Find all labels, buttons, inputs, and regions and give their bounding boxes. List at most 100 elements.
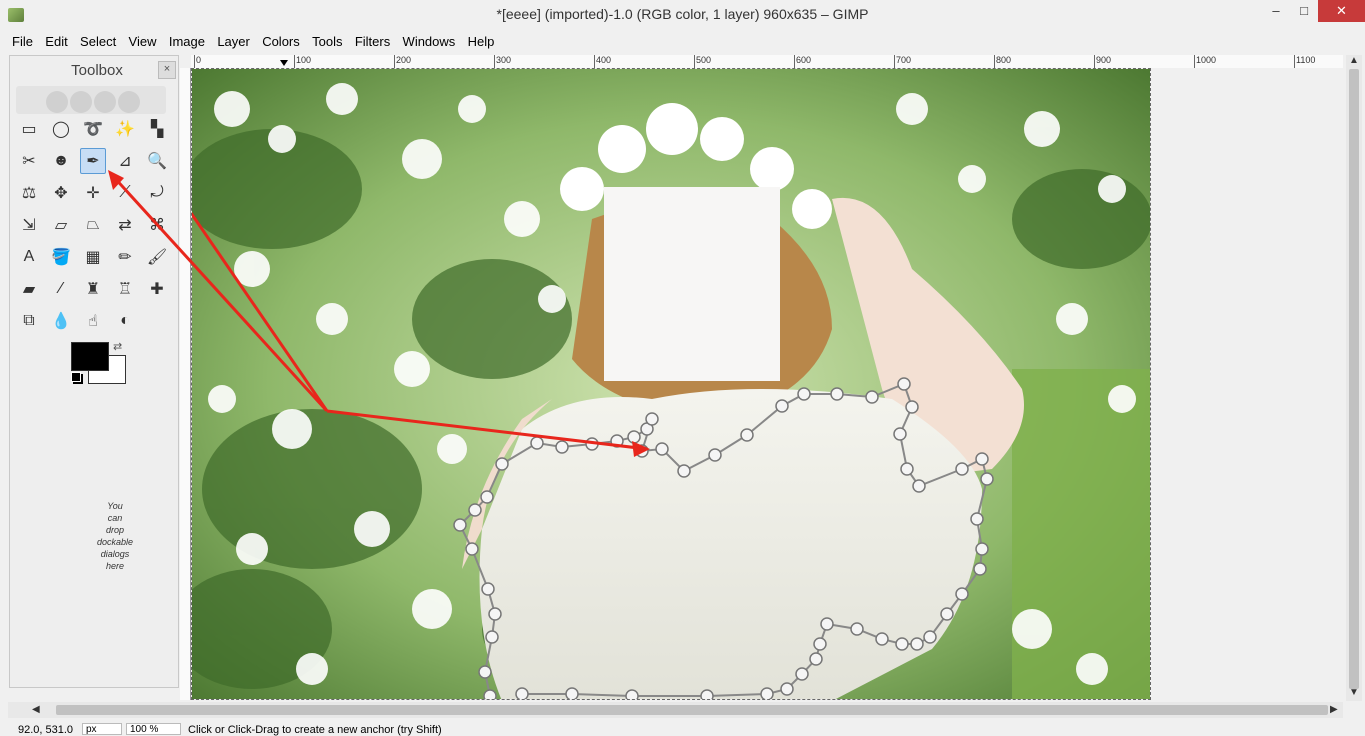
menu-filters[interactable]: Filters bbox=[351, 31, 394, 52]
airbrush-icon[interactable]: ⁄ bbox=[48, 276, 74, 302]
measure-icon[interactable]: ⚖ bbox=[16, 180, 42, 206]
path-anchor-handle[interactable] bbox=[555, 440, 569, 454]
path-anchor-handle[interactable] bbox=[809, 652, 823, 666]
menu-image[interactable]: Image bbox=[165, 31, 209, 52]
menu-help[interactable]: Help bbox=[464, 31, 499, 52]
flip-icon[interactable]: ⇄ bbox=[112, 212, 138, 238]
path-anchor-handle[interactable] bbox=[955, 462, 969, 476]
path-anchor-handle[interactable] bbox=[955, 587, 969, 601]
path-anchor-handle[interactable] bbox=[970, 512, 984, 526]
path-anchor-handle[interactable] bbox=[897, 377, 911, 391]
path-anchor-handle[interactable] bbox=[797, 387, 811, 401]
path-anchor-handle[interactable] bbox=[760, 687, 774, 700]
path-anchor-handle[interactable] bbox=[677, 464, 691, 478]
path-anchor-handle[interactable] bbox=[468, 503, 482, 517]
canvas-area[interactable] bbox=[191, 68, 1343, 700]
path-anchor-handle[interactable] bbox=[980, 472, 994, 486]
blend-icon[interactable]: ▦ bbox=[80, 244, 106, 270]
path-anchor-handle[interactable] bbox=[923, 630, 937, 644]
path-anchor-handle[interactable] bbox=[480, 490, 494, 504]
bucket-fill-icon[interactable]: 🪣 bbox=[48, 244, 74, 270]
path-anchor-handle[interactable] bbox=[645, 412, 659, 426]
smudge-icon[interactable]: ☝ bbox=[80, 308, 106, 334]
path-anchor-handle[interactable] bbox=[850, 622, 864, 636]
default-colors-icon[interactable] bbox=[71, 372, 81, 382]
path-anchor-handle[interactable] bbox=[975, 542, 989, 556]
zoom-select[interactable]: 100 % bbox=[126, 723, 181, 735]
scroll-up-arrow[interactable]: ▲ bbox=[1349, 55, 1359, 66]
path-anchor-handle[interactable] bbox=[813, 637, 827, 651]
text-tool-icon[interactable]: A bbox=[16, 244, 42, 270]
path-anchor-handle[interactable] bbox=[483, 689, 497, 700]
perspective-icon[interactable]: ⏢ bbox=[80, 212, 106, 238]
move-icon[interactable]: ✥ bbox=[48, 180, 74, 206]
scroll-down-arrow[interactable]: ▼ bbox=[1349, 687, 1359, 698]
path-anchor-handle[interactable] bbox=[912, 479, 926, 493]
path-anchor-handle[interactable] bbox=[780, 682, 794, 696]
paths-tool-icon[interactable]: ✒ bbox=[80, 148, 106, 174]
path-anchor-handle[interactable] bbox=[975, 452, 989, 466]
path-anchor-handle[interactable] bbox=[465, 542, 479, 556]
path-anchor-handle[interactable] bbox=[973, 562, 987, 576]
toolbox-close-button[interactable]: × bbox=[158, 61, 176, 79]
path-anchor-handle[interactable] bbox=[708, 448, 722, 462]
path-anchor-handle[interactable] bbox=[515, 687, 529, 700]
shear-icon[interactable]: ▱ bbox=[48, 212, 74, 238]
path-anchor-handle[interactable] bbox=[905, 400, 919, 414]
crop-icon[interactable]: ⟋ bbox=[112, 180, 138, 206]
foreground-color-swatch[interactable] bbox=[71, 342, 109, 371]
path-anchor-handle[interactable] bbox=[655, 442, 669, 456]
eraser-icon[interactable]: ▰ bbox=[16, 276, 42, 302]
menu-view[interactable]: View bbox=[125, 31, 161, 52]
foreground-select-icon[interactable]: ☻ bbox=[48, 148, 74, 174]
align-icon[interactable]: ✛ bbox=[80, 180, 106, 206]
scroll-left-arrow[interactable]: ◀ bbox=[32, 704, 40, 715]
blur-sharpen-icon[interactable]: 💧 bbox=[48, 308, 74, 334]
pencil-icon[interactable]: ✏ bbox=[112, 244, 138, 270]
horizontal-scrollbar[interactable]: ◀ ▶ bbox=[8, 702, 1343, 718]
close-button[interactable]: ✕ bbox=[1318, 0, 1365, 22]
scroll-right-arrow[interactable]: ▶ bbox=[1330, 704, 1338, 715]
path-anchor-handle[interactable] bbox=[495, 457, 509, 471]
path-anchor-handle[interactable] bbox=[453, 518, 467, 532]
menu-tools[interactable]: Tools bbox=[308, 31, 346, 52]
path-anchor-handle[interactable] bbox=[481, 582, 495, 596]
clone-icon[interactable]: ♖ bbox=[112, 276, 138, 302]
menu-windows[interactable]: Windows bbox=[399, 31, 460, 52]
dodge-burn-icon[interactable]: ◐ bbox=[112, 308, 138, 334]
path-anchor-handle[interactable] bbox=[795, 667, 809, 681]
menu-select[interactable]: Select bbox=[76, 31, 120, 52]
heal-icon[interactable]: ✚ bbox=[144, 276, 170, 302]
paintbrush-icon[interactable]: 🖌 bbox=[144, 244, 170, 270]
path-anchor-handle[interactable] bbox=[700, 689, 714, 700]
horizontal-scroll-thumb[interactable] bbox=[56, 705, 1328, 715]
image-canvas[interactable] bbox=[191, 68, 1151, 700]
path-anchor-handle[interactable] bbox=[895, 637, 909, 651]
path-anchor-handle[interactable] bbox=[530, 436, 544, 450]
path-anchor-handle[interactable] bbox=[830, 387, 844, 401]
path-anchor-handle[interactable] bbox=[940, 607, 954, 621]
path-anchor-handle[interactable] bbox=[740, 428, 754, 442]
unit-select[interactable]: px bbox=[82, 723, 122, 735]
ink-icon[interactable]: ♜ bbox=[80, 276, 106, 302]
path-anchor-handle[interactable] bbox=[627, 430, 641, 444]
path-anchor-handle[interactable] bbox=[565, 687, 579, 700]
color-picker-icon[interactable]: ⊿ bbox=[112, 148, 138, 174]
maximize-button[interactable]: □ bbox=[1290, 0, 1318, 22]
path-anchor-handle[interactable] bbox=[625, 689, 639, 700]
menu-colors[interactable]: Colors bbox=[258, 31, 304, 52]
color-select-icon[interactable]: ▚ bbox=[144, 116, 170, 142]
menu-layer[interactable]: Layer bbox=[213, 31, 254, 52]
free-select-icon[interactable]: ➰ bbox=[80, 116, 106, 142]
minimize-button[interactable]: – bbox=[1262, 0, 1290, 22]
menu-edit[interactable]: Edit bbox=[41, 31, 71, 52]
ellipse-select-icon[interactable]: ◯ bbox=[48, 116, 74, 142]
path-anchor-handle[interactable] bbox=[775, 399, 789, 413]
perspective-clone-icon[interactable]: ⧉ bbox=[16, 308, 42, 334]
path-anchor-handle[interactable] bbox=[820, 617, 834, 631]
path-anchor-handle[interactable] bbox=[910, 637, 924, 651]
path-anchor-handle[interactable] bbox=[488, 607, 502, 621]
path-anchor-handle[interactable] bbox=[900, 462, 914, 476]
scissors-select-icon[interactable]: ✂ bbox=[16, 148, 42, 174]
swap-colors-icon[interactable]: ⇄ bbox=[113, 340, 122, 353]
